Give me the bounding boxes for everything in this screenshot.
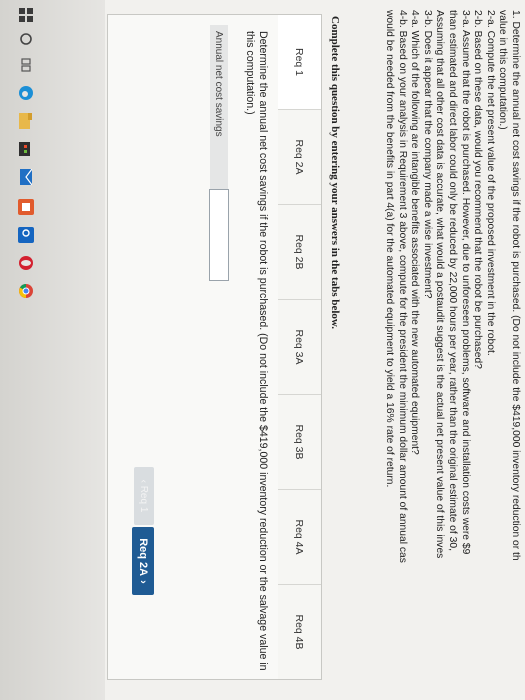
tab-panel: Determine the annual net cost savings if…: [107, 14, 278, 680]
question-line: 1. Determine the annual net cost savings…: [510, 10, 521, 561]
store-icon[interactable]: [17, 140, 35, 158]
opera-icon[interactable]: [17, 254, 35, 272]
rotated-screen: 1. Determine the annual net cost savings…: [0, 0, 525, 700]
question-line: 3-a. Assume that the robot is purchased.…: [459, 10, 471, 555]
edge-browser-icon[interactable]: [17, 84, 35, 102]
tab-req-2a[interactable]: Req 2A: [277, 110, 321, 205]
chrome-icon[interactable]: [17, 282, 35, 300]
question-text: 1. Determine the annual net cost savings…: [382, 10, 521, 700]
requirement-tabs: Req 1 Req 2A Req 2B Req 3A Req 3B Req 4A…: [276, 14, 322, 680]
task-view-icon[interactable]: [17, 56, 35, 74]
file-explorer-icon[interactable]: [17, 112, 35, 130]
question-line: Assuming that all other cost data is acc…: [434, 10, 446, 559]
windows-logo-icon[interactable]: [17, 6, 35, 24]
next-req-label: Req 2A: [137, 538, 149, 577]
mail-icon[interactable]: [17, 168, 35, 186]
chevron-right-icon: ›: [137, 580, 149, 584]
windows-taskbar: [0, 0, 105, 700]
question-line: than estimated and direct labor could on…: [447, 10, 459, 551]
word-icon[interactable]: [17, 198, 35, 216]
next-req-button[interactable]: Req 2A ›: [132, 527, 154, 595]
tab-req-1[interactable]: Req 1: [277, 15, 321, 110]
prev-req-button[interactable]: ‹ Req 1: [134, 467, 154, 525]
annual-net-cost-savings-input[interactable]: [209, 189, 229, 281]
tab-req-3a[interactable]: Req 3A: [277, 300, 321, 395]
tab-req-4a[interactable]: Req 4A: [277, 490, 321, 585]
question-line: 2-a. Compute the net present value of th…: [484, 10, 496, 356]
tab-req-4b[interactable]: Req 4B: [277, 585, 321, 679]
search-circle-icon[interactable]: [17, 30, 35, 48]
annual-net-cost-savings-label: Annual net cost savings: [210, 25, 228, 189]
question-line: value in this computation.): [497, 10, 509, 130]
outlook-icon[interactable]: [17, 226, 35, 244]
instruction-heading: Complete this question by entering your …: [329, 16, 341, 330]
question-line: 3-b. Does it appear that the company mad…: [421, 10, 433, 299]
question-page: 1. Determine the annual net cost savings…: [105, 0, 525, 700]
tab-req-3b[interactable]: Req 3B: [277, 395, 321, 490]
question-line: 2-b. Based on these data, would you reco…: [472, 10, 484, 369]
question-line: would be needed from the benefits in par…: [384, 10, 396, 488]
tab-req-2b[interactable]: Req 2B: [277, 205, 321, 300]
question-line: 4-b. Based on your analysis in Requireme…: [396, 10, 408, 563]
requirement-prompt: Determine the annual net cost savings if…: [244, 31, 269, 671]
prev-req-label: Req 1: [138, 485, 150, 513]
question-line: 4-a. Which of the following are intangib…: [409, 10, 421, 455]
